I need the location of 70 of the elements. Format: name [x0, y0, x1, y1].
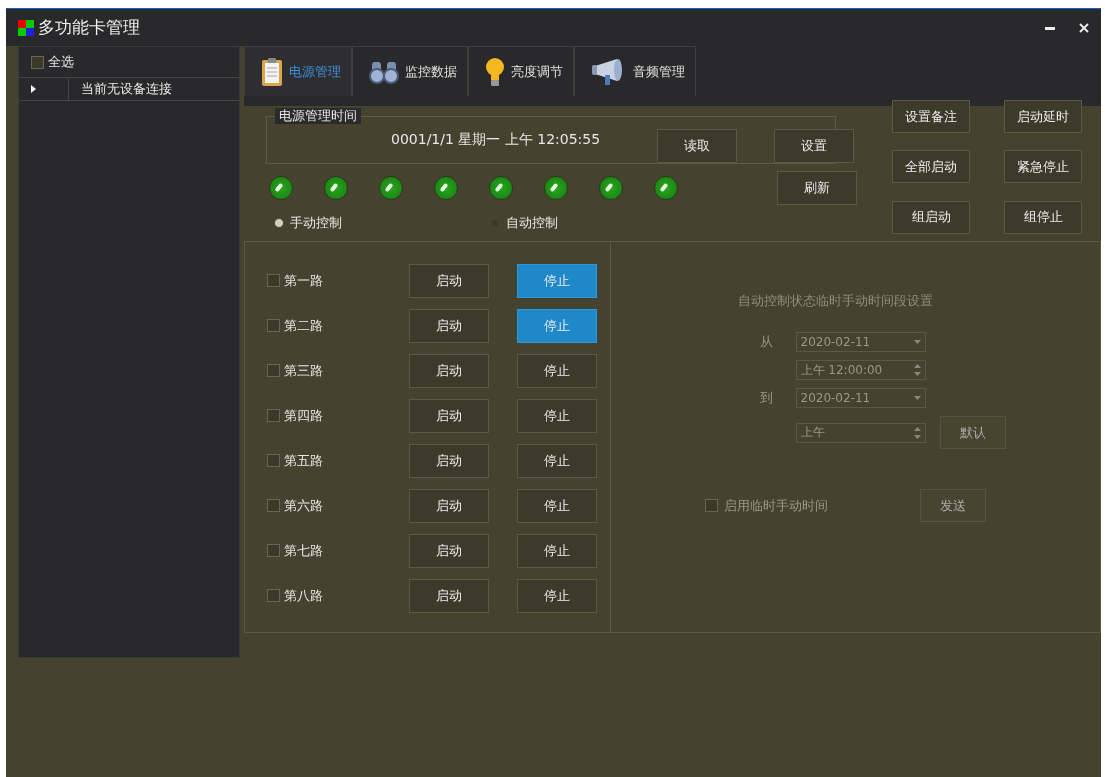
- channel-label: 第五路: [284, 451, 323, 470]
- channel-checkbox[interactable]: [267, 319, 280, 332]
- close-icon[interactable]: [1079, 22, 1089, 33]
- channel-checkbox[interactable]: [267, 499, 280, 512]
- stop-button[interactable]: 停止: [517, 353, 597, 388]
- stop-button[interactable]: 停止: [517, 533, 597, 568]
- light-bulb-icon: [485, 56, 505, 87]
- stop-button[interactable]: 停止: [517, 488, 597, 523]
- channel-checkbox[interactable]: [267, 364, 280, 377]
- spin-arrows-icon[interactable]: [913, 364, 921, 376]
- radio-label: 手动控制: [290, 214, 342, 232]
- action-button[interactable]: 设置备注: [892, 100, 970, 133]
- start-button[interactable]: 启动: [409, 353, 489, 388]
- date-time-display: 0001/1/1 星期一 上午 12:05:55: [391, 131, 602, 149]
- enable-label: 启用临时手动时间: [724, 496, 828, 515]
- channel-checkbox[interactable]: [267, 409, 280, 422]
- channel-label: 第四路: [284, 406, 323, 425]
- tree-item[interactable]: 当前无设备连接: [68, 78, 239, 100]
- stop-button[interactable]: 停止: [517, 263, 597, 298]
- time-field[interactable]: 上午 12:00:00: [795, 360, 926, 380]
- channel-label: 第八路: [284, 586, 323, 605]
- action-button[interactable]: 组停止: [1004, 200, 1082, 234]
- select-all-label: 全选: [48, 53, 74, 71]
- start-button[interactable]: 启动: [409, 263, 489, 298]
- spin-arrows-icon[interactable]: [913, 426, 921, 439]
- from-label: 从: [759, 333, 774, 351]
- channel-label: 第二路: [284, 316, 323, 335]
- action-button[interactable]: 启动延时: [1004, 100, 1082, 133]
- app-logo-icon: [18, 19, 34, 36]
- default-button[interactable]: 默认: [939, 416, 1006, 449]
- channel-label: 第六路: [284, 496, 323, 515]
- tab[interactable]: 电源管理: [244, 46, 352, 96]
- start-button[interactable]: 启动: [409, 443, 489, 478]
- time-field[interactable]: 上午: [795, 422, 926, 443]
- binoculars-icon: [369, 59, 399, 84]
- stop-button[interactable]: 停止: [517, 398, 597, 433]
- channel-checkbox[interactable]: [267, 544, 280, 557]
- action-button[interactable]: 组启动: [892, 200, 970, 234]
- to-label: 到: [759, 389, 774, 407]
- window-title: 多功能卡管理: [38, 16, 141, 39]
- channel-checkbox[interactable]: [267, 274, 280, 287]
- send-button[interactable]: 发送: [920, 489, 986, 522]
- channel-label: 第三路: [284, 361, 323, 380]
- dropdown-arrow-icon[interactable]: [913, 340, 921, 344]
- start-button[interactable]: 启动: [409, 578, 489, 613]
- stop-button[interactable]: 停止: [517, 443, 597, 478]
- radio-label: 自动控制: [506, 214, 558, 232]
- action-button[interactable]: 全部启动: [892, 150, 970, 184]
- radio-button[interactable]: [274, 218, 284, 228]
- start-button[interactable]: 启动: [409, 308, 489, 343]
- channel-label: 第一路: [284, 271, 323, 290]
- minimize-icon[interactable]: [1045, 25, 1055, 30]
- action-button[interactable]: 紧急停止: [1004, 150, 1082, 184]
- read-button[interactable]: 读取: [657, 129, 737, 163]
- group-title: 电源管理时间: [275, 108, 361, 124]
- enable-checkbox[interactable]: [705, 499, 718, 512]
- refresh-button[interactable]: 刷新: [777, 171, 857, 205]
- clipboard-icon: [261, 56, 283, 87]
- select-all-checkbox[interactable]: [31, 55, 44, 69]
- stop-button[interactable]: 停止: [517, 578, 597, 613]
- stop-button[interactable]: 停止: [517, 308, 597, 343]
- start-button[interactable]: 启动: [409, 398, 489, 433]
- set-button[interactable]: 设置: [774, 129, 854, 163]
- dropdown-arrow-icon[interactable]: [913, 396, 921, 400]
- channel-checkbox[interactable]: [267, 589, 280, 602]
- start-button[interactable]: 启动: [409, 488, 489, 523]
- channel-label: 第七路: [284, 541, 323, 560]
- channel-checkbox[interactable]: [267, 454, 280, 467]
- section-title: 自动控制状态临时手动时间段设置: [738, 292, 933, 310]
- start-button[interactable]: 启动: [409, 533, 489, 568]
